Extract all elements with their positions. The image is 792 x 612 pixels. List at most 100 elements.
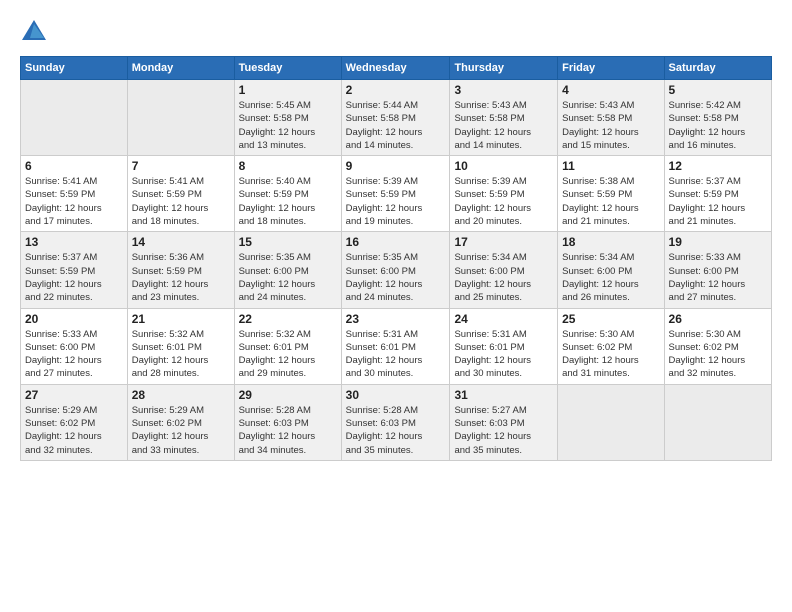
- day-number: 25: [562, 312, 659, 326]
- day-info: Sunrise: 5:41 AM Sunset: 5:59 PM Dayligh…: [25, 175, 123, 228]
- day-cell: 5 Sunrise: 5:42 AM Sunset: 5:58 PM Daylig…: [664, 80, 771, 156]
- day-cell: 15Sunrise: 5:35 AM Sunset: 6:00 PM Dayli…: [234, 232, 341, 308]
- day-cell: 3 Sunrise: 5:43 AM Sunset: 5:58 PM Daylig…: [450, 80, 558, 156]
- day-cell: 25 Sunrise: 5:30 AM Sunset: 6:02 PM Dayli…: [558, 308, 664, 384]
- day-cell: 7 Sunrise: 5:41 AM Sunset: 5:59 PM Daylig…: [127, 156, 234, 232]
- day-number: 21: [132, 312, 230, 326]
- day-info: Sunrise: 5:36 AM Sunset: 5:59 PM Dayligh…: [132, 251, 230, 304]
- logo: [20, 18, 52, 46]
- day-info: Sunrise: 5:43 AM Sunset: 5:58 PM Dayligh…: [454, 99, 553, 152]
- day-info: Sunrise: 5:27 AM Sunset: 6:03 PM Dayligh…: [454, 404, 553, 457]
- col-header-saturday: Saturday: [664, 57, 771, 80]
- day-info: Sunrise: 5:31 AM Sunset: 6:01 PM Dayligh…: [454, 328, 553, 381]
- day-number: 26: [669, 312, 767, 326]
- day-number: 3: [454, 83, 553, 97]
- day-number: 10: [454, 159, 553, 173]
- day-cell: 24 Sunrise: 5:31 AM Sunset: 6:01 PM Dayli…: [450, 308, 558, 384]
- day-number: 15: [239, 235, 337, 249]
- day-info: Sunrise: 5:29 AM Sunset: 6:02 PM Dayligh…: [25, 404, 123, 457]
- col-header-tuesday: Tuesday: [234, 57, 341, 80]
- day-number: 22: [239, 312, 337, 326]
- week-row-1: 1 Sunrise: 5:45 AM Sunset: 5:58 PM Daylig…: [21, 80, 772, 156]
- day-cell: 10 Sunrise: 5:39 AM Sunset: 5:59 PM Dayli…: [450, 156, 558, 232]
- day-info: Sunrise: 5:34 AM Sunset: 6:00 PM Dayligh…: [562, 251, 659, 304]
- day-info: Sunrise: 5:42 AM Sunset: 5:58 PM Dayligh…: [669, 99, 767, 152]
- day-info: Sunrise: 5:37 AM Sunset: 5:59 PM Dayligh…: [669, 175, 767, 228]
- day-info: Sunrise: 5:30 AM Sunset: 6:02 PM Dayligh…: [562, 328, 659, 381]
- header: [20, 18, 772, 46]
- day-info: Sunrise: 5:33 AM Sunset: 6:00 PM Dayligh…: [25, 328, 123, 381]
- day-cell: [664, 384, 771, 460]
- day-cell: 23 Sunrise: 5:31 AM Sunset: 6:01 PM Dayli…: [341, 308, 450, 384]
- day-cell: 16 Sunrise: 5:35 AM Sunset: 6:00 PM Dayli…: [341, 232, 450, 308]
- day-number: 11: [562, 159, 659, 173]
- day-number: 9: [346, 159, 446, 173]
- day-cell: 17Sunrise: 5:34 AM Sunset: 6:00 PM Dayli…: [450, 232, 558, 308]
- day-cell: 4Sunrise: 5:43 AM Sunset: 5:58 PM Daylig…: [558, 80, 664, 156]
- day-number: 2: [346, 83, 446, 97]
- day-cell: 20Sunrise: 5:33 AM Sunset: 6:00 PM Dayli…: [21, 308, 128, 384]
- day-number: 27: [25, 388, 123, 402]
- day-info: Sunrise: 5:43 AM Sunset: 5:58 PM Dayligh…: [562, 99, 659, 152]
- day-info: Sunrise: 5:40 AM Sunset: 5:59 PM Dayligh…: [239, 175, 337, 228]
- logo-icon: [20, 18, 48, 46]
- day-number: 8: [239, 159, 337, 173]
- day-info: Sunrise: 5:39 AM Sunset: 5:59 PM Dayligh…: [454, 175, 553, 228]
- day-number: 24: [454, 312, 553, 326]
- day-info: Sunrise: 5:41 AM Sunset: 5:59 PM Dayligh…: [132, 175, 230, 228]
- day-cell: [127, 80, 234, 156]
- day-info: Sunrise: 5:32 AM Sunset: 6:01 PM Dayligh…: [239, 328, 337, 381]
- day-info: Sunrise: 5:33 AM Sunset: 6:00 PM Dayligh…: [669, 251, 767, 304]
- day-info: Sunrise: 5:44 AM Sunset: 5:58 PM Dayligh…: [346, 99, 446, 152]
- day-cell: 6 Sunrise: 5:41 AM Sunset: 5:59 PM Daylig…: [21, 156, 128, 232]
- day-info: Sunrise: 5:39 AM Sunset: 5:59 PM Dayligh…: [346, 175, 446, 228]
- day-number: 23: [346, 312, 446, 326]
- day-number: 12: [669, 159, 767, 173]
- day-cell: 14Sunrise: 5:36 AM Sunset: 5:59 PM Dayli…: [127, 232, 234, 308]
- day-info: Sunrise: 5:32 AM Sunset: 6:01 PM Dayligh…: [132, 328, 230, 381]
- week-row-4: 20Sunrise: 5:33 AM Sunset: 6:00 PM Dayli…: [21, 308, 772, 384]
- day-cell: [21, 80, 128, 156]
- day-cell: [558, 384, 664, 460]
- day-info: Sunrise: 5:28 AM Sunset: 6:03 PM Dayligh…: [346, 404, 446, 457]
- day-info: Sunrise: 5:30 AM Sunset: 6:02 PM Dayligh…: [669, 328, 767, 381]
- day-number: 6: [25, 159, 123, 173]
- day-cell: 18Sunrise: 5:34 AM Sunset: 6:00 PM Dayli…: [558, 232, 664, 308]
- day-info: Sunrise: 5:38 AM Sunset: 5:59 PM Dayligh…: [562, 175, 659, 228]
- day-info: Sunrise: 5:35 AM Sunset: 6:00 PM Dayligh…: [346, 251, 446, 304]
- col-header-thursday: Thursday: [450, 57, 558, 80]
- day-info: Sunrise: 5:37 AM Sunset: 5:59 PM Dayligh…: [25, 251, 123, 304]
- day-number: 1: [239, 83, 337, 97]
- day-cell: 28 Sunrise: 5:29 AM Sunset: 6:02 PM Dayli…: [127, 384, 234, 460]
- day-number: 16: [346, 235, 446, 249]
- day-info: Sunrise: 5:31 AM Sunset: 6:01 PM Dayligh…: [346, 328, 446, 381]
- day-cell: 26 Sunrise: 5:30 AM Sunset: 6:02 PM Dayli…: [664, 308, 771, 384]
- week-row-3: 13Sunrise: 5:37 AM Sunset: 5:59 PM Dayli…: [21, 232, 772, 308]
- day-number: 29: [239, 388, 337, 402]
- day-cell: 9 Sunrise: 5:39 AM Sunset: 5:59 PM Daylig…: [341, 156, 450, 232]
- day-cell: 12 Sunrise: 5:37 AM Sunset: 5:59 PM Dayli…: [664, 156, 771, 232]
- day-number: 7: [132, 159, 230, 173]
- page: SundayMondayTuesdayWednesdayThursdayFrid…: [0, 0, 792, 612]
- day-number: 28: [132, 388, 230, 402]
- day-cell: 30Sunrise: 5:28 AM Sunset: 6:03 PM Dayli…: [341, 384, 450, 460]
- col-header-friday: Friday: [558, 57, 664, 80]
- day-cell: 22 Sunrise: 5:32 AM Sunset: 6:01 PM Dayli…: [234, 308, 341, 384]
- day-number: 5: [669, 83, 767, 97]
- day-cell: 2 Sunrise: 5:44 AM Sunset: 5:58 PM Daylig…: [341, 80, 450, 156]
- col-header-wednesday: Wednesday: [341, 57, 450, 80]
- day-number: 17: [454, 235, 553, 249]
- col-header-monday: Monday: [127, 57, 234, 80]
- day-info: Sunrise: 5:45 AM Sunset: 5:58 PM Dayligh…: [239, 99, 337, 152]
- day-cell: 11 Sunrise: 5:38 AM Sunset: 5:59 PM Dayli…: [558, 156, 664, 232]
- day-cell: 1 Sunrise: 5:45 AM Sunset: 5:58 PM Daylig…: [234, 80, 341, 156]
- week-row-5: 27 Sunrise: 5:29 AM Sunset: 6:02 PM Dayli…: [21, 384, 772, 460]
- day-cell: 19 Sunrise: 5:33 AM Sunset: 6:00 PM Dayli…: [664, 232, 771, 308]
- day-info: Sunrise: 5:29 AM Sunset: 6:02 PM Dayligh…: [132, 404, 230, 457]
- day-cell: 21 Sunrise: 5:32 AM Sunset: 6:01 PM Dayli…: [127, 308, 234, 384]
- day-number: 19: [669, 235, 767, 249]
- day-cell: 27 Sunrise: 5:29 AM Sunset: 6:02 PM Dayli…: [21, 384, 128, 460]
- day-info: Sunrise: 5:28 AM Sunset: 6:03 PM Dayligh…: [239, 404, 337, 457]
- header-row: SundayMondayTuesdayWednesdayThursdayFrid…: [21, 57, 772, 80]
- day-cell: 8 Sunrise: 5:40 AM Sunset: 5:59 PM Daylig…: [234, 156, 341, 232]
